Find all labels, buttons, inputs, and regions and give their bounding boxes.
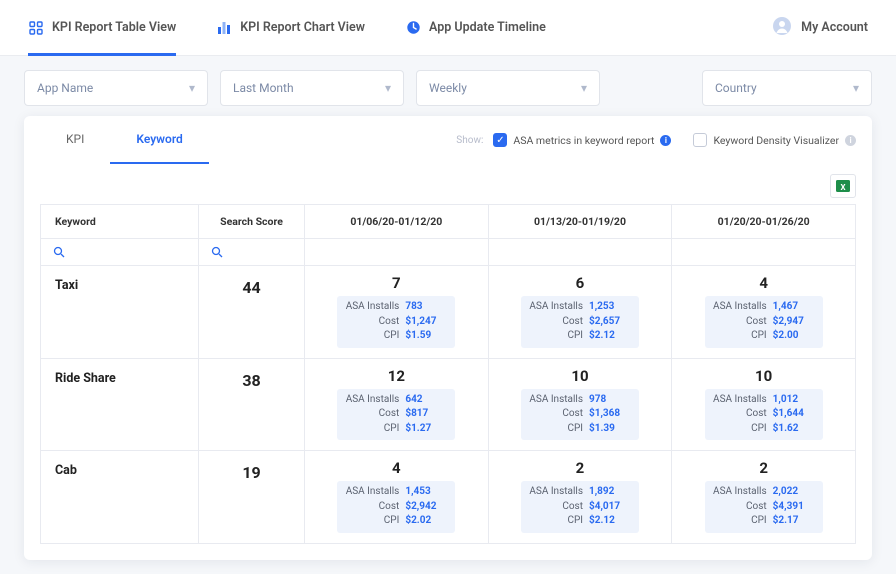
tab-label: KPI Report Table View	[52, 20, 176, 35]
score-cell: 44	[199, 266, 305, 359]
table-row: Cab19 4 ASA Installs1,453Cost$2,942CPI$2.0…	[41, 451, 856, 544]
date-range-select[interactable]: Last Month ▾	[220, 70, 404, 106]
metric-cell: 10 ASA Installs1,012Cost$1,644CPI$1.62	[672, 358, 856, 451]
clock-icon	[405, 20, 421, 36]
rank-value: 2	[576, 459, 585, 477]
col-period-1: 01/13/20-01/19/20	[488, 205, 672, 239]
user-icon	[773, 17, 791, 39]
sub-tab-keyword[interactable]: Keyword	[110, 116, 208, 164]
metric-cell: 4 ASA Installs1,467Cost$2,947CPI$2.00	[672, 266, 856, 359]
metric-cell: 10 ASA Installs978Cost$1,368CPI$1.39	[488, 358, 672, 451]
rank-value: 12	[388, 367, 405, 385]
excel-icon: X	[835, 178, 851, 194]
report-panel: KPI Keyword Show: ✓ ASA metrics in keywo…	[24, 116, 872, 560]
score-search-input[interactable]	[199, 239, 304, 265]
tab-timeline[interactable]: App Update Timeline	[405, 0, 546, 56]
table-row: Ride Share38 12 ASA Installs642Cost$817CPI…	[41, 358, 856, 451]
asa-metrics-checkbox[interactable]: ✓ ASA metrics in keyword report i	[493, 133, 671, 147]
asa-metrics-box: ASA Installs642Cost$817CPI$1.27	[337, 389, 455, 441]
interval-select[interactable]: Weekly ▾	[416, 70, 600, 106]
tab-label: App Update Timeline	[429, 20, 546, 35]
app-name-select[interactable]: App Name ▾	[24, 70, 208, 106]
grid-icon	[28, 20, 44, 36]
chevron-down-icon: ▾	[385, 81, 391, 95]
col-period-2: 01/20/20-01/26/20	[672, 205, 856, 239]
metric-cell: 2 ASA Installs1,892Cost$4,017CPI$2.12	[488, 451, 672, 544]
asa-metrics-box: ASA Installs783Cost$1,247CPI$1.59	[337, 296, 455, 348]
svg-text:X: X	[840, 183, 845, 192]
chevron-down-icon: ▾	[581, 81, 587, 95]
metric-cell: 12 ASA Installs642Cost$817CPI$1.27	[305, 358, 489, 451]
tab-table-view[interactable]: KPI Report Table View	[28, 0, 176, 56]
score-cell: 38	[199, 358, 305, 451]
keyword-cell: Ride Share	[41, 358, 199, 451]
search-icon	[211, 246, 223, 258]
col-score[interactable]: Search Score	[199, 205, 305, 239]
info-icon[interactable]: i	[660, 135, 671, 146]
rank-value: 2	[759, 459, 768, 477]
asa-metrics-box: ASA Installs978Cost$1,368CPI$1.39	[521, 389, 639, 441]
country-select[interactable]: Country ▾	[702, 70, 872, 106]
export-excel-button[interactable]: X	[830, 174, 856, 198]
asa-metrics-box: ASA Installs1,012Cost$1,644CPI$1.62	[705, 389, 823, 441]
asa-metrics-box: ASA Installs2,022Cost$4,391CPI$2.17	[705, 481, 823, 533]
my-account-link[interactable]: My Account	[773, 17, 868, 39]
rank-value: 10	[755, 367, 772, 385]
metric-cell: 4 ASA Installs1,453Cost$2,942CPI$2.02	[305, 451, 489, 544]
rank-value: 6	[576, 274, 585, 292]
metric-cell: 6 ASA Installs1,253Cost$2,657CPI$2.12	[488, 266, 672, 359]
asa-metrics-box: ASA Installs1,253Cost$2,657CPI$2.12	[521, 296, 639, 348]
checkbox-checked-icon: ✓	[493, 133, 507, 147]
tab-chart-view[interactable]: KPI Report Chart View	[216, 0, 365, 56]
keyword-cell: Cab	[41, 451, 199, 544]
col-keyword[interactable]: Keyword	[41, 205, 199, 239]
density-visualizer-checkbox[interactable]: Keyword Density Visualizer i	[693, 133, 856, 147]
rank-value: 4	[392, 459, 401, 477]
show-label: Show:	[456, 135, 483, 146]
chevron-down-icon: ▾	[189, 81, 195, 95]
table-row: Taxi44 7 ASA Installs783Cost$1,247CPI$1.59…	[41, 266, 856, 359]
chevron-down-icon: ▾	[853, 81, 859, 95]
bars-icon	[216, 20, 232, 36]
filter-bar: App Name ▾ Last Month ▾ Weekly ▾ Country…	[0, 56, 896, 116]
top-nav: KPI Report Table View KPI Report Chart V…	[28, 0, 773, 56]
info-icon[interactable]: i	[845, 135, 856, 146]
metric-cell: 7 ASA Installs783Cost$1,247CPI$1.59	[305, 266, 489, 359]
rank-value: 7	[392, 274, 401, 292]
keyword-search-input[interactable]	[41, 239, 198, 265]
rank-value: 10	[571, 367, 588, 385]
metric-cell: 2 ASA Installs2,022Cost$4,391CPI$2.17	[672, 451, 856, 544]
account-label: My Account	[801, 20, 868, 35]
asa-metrics-box: ASA Installs1,467Cost$2,947CPI$2.00	[705, 296, 823, 348]
search-icon	[53, 246, 65, 258]
tab-label: KPI Report Chart View	[240, 20, 365, 35]
rank-value: 4	[759, 274, 768, 292]
checkbox-unchecked-icon	[693, 133, 707, 147]
asa-metrics-box: ASA Installs1,892Cost$4,017CPI$2.12	[521, 481, 639, 533]
col-period-0: 01/06/20-01/12/20	[305, 205, 489, 239]
sub-tab-kpi[interactable]: KPI	[40, 116, 110, 164]
keyword-cell: Taxi	[41, 266, 199, 359]
keyword-table: Keyword Search Score 01/06/20-01/12/20 0…	[40, 204, 856, 544]
score-cell: 19	[199, 451, 305, 544]
asa-metrics-box: ASA Installs1,453Cost$2,942CPI$2.02	[337, 481, 455, 533]
